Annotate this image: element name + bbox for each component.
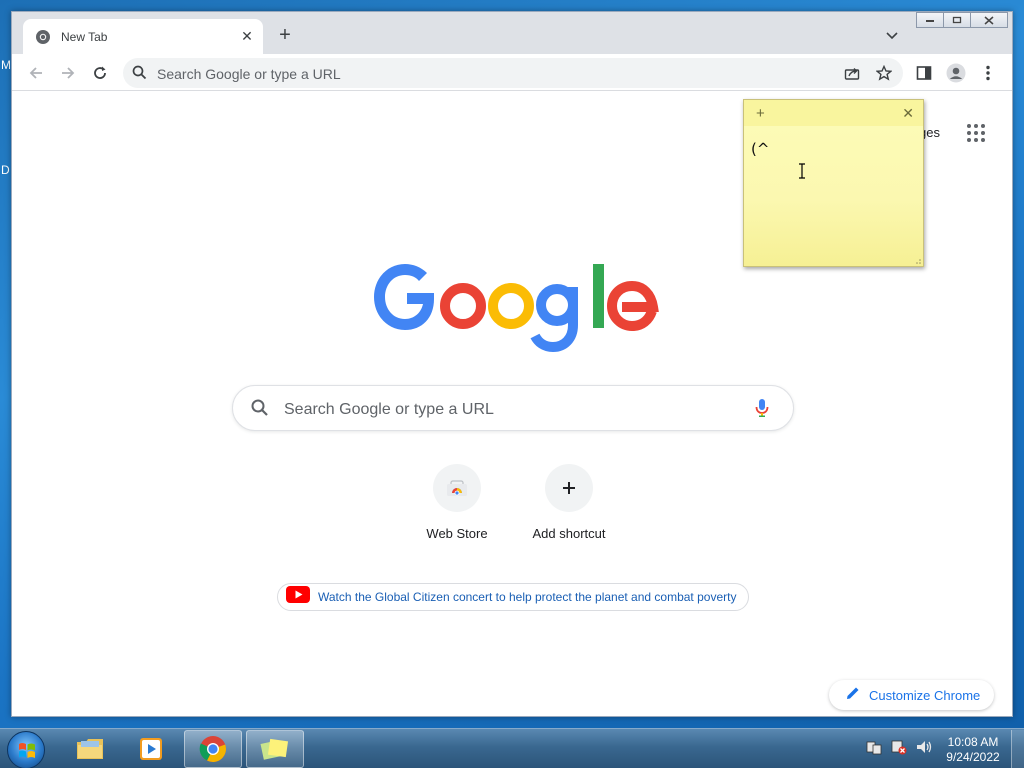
reload-icon[interactable]	[90, 63, 110, 83]
restore-button[interactable]	[943, 12, 971, 28]
youtube-icon	[286, 586, 310, 608]
show-desktop-button[interactable]	[1011, 730, 1024, 768]
google-chrome-icon	[199, 736, 226, 762]
google-logo	[374, 264, 659, 352]
customize-chrome-button[interactable]: Customize Chrome	[829, 680, 994, 710]
taskbar-media-player-button[interactable]	[122, 730, 180, 768]
resize-grip-icon[interactable]	[913, 256, 921, 264]
search-icon	[251, 399, 269, 422]
text-cursor-icon	[798, 163, 806, 179]
pencil-icon	[846, 686, 860, 705]
browser-toolbar: Search Google or type a URL	[12, 54, 1012, 91]
tab-search-chevron-icon[interactable]	[885, 28, 903, 42]
shortcut-add[interactable]: Add shortcut	[513, 464, 625, 541]
taskbar-chrome-button[interactable]	[184, 730, 242, 768]
chrome-icon	[35, 29, 51, 45]
new-tab-button[interactable]: +	[276, 25, 294, 45]
shortcut-label: Web Store	[426, 526, 488, 541]
clock-time: 10:08 AM	[947, 735, 999, 749]
tab-new-tab[interactable]: New Tab ✕	[23, 19, 263, 54]
plus-icon	[545, 464, 593, 512]
close-note-icon[interactable]: ✕	[902, 105, 914, 122]
taskbar-sticky-notes-button[interactable]	[246, 730, 304, 768]
tab-strip: New Tab ✕ +	[12, 12, 1012, 54]
chrome-webstore-icon	[433, 464, 481, 512]
sticky-notes-icon	[260, 738, 289, 760]
tab-title: New Tab	[61, 29, 108, 44]
google-apps-icon[interactable]	[967, 124, 985, 142]
action-center-flag-icon[interactable]	[866, 739, 882, 755]
clock-date: 9/24/2022	[946, 750, 1000, 764]
system-tray	[866, 739, 934, 755]
desktop-icon-label-m: M	[1, 58, 11, 72]
tab-close-icon[interactable]: ✕	[239, 28, 255, 44]
start-button[interactable]	[7, 731, 45, 768]
customize-chrome-label: Customize Chrome	[869, 687, 981, 703]
search-box[interactable]: Search Google or type a URL	[232, 385, 794, 431]
minimize-button[interactable]	[916, 12, 944, 28]
forward-arrow-icon[interactable]	[58, 63, 78, 83]
promo-link[interactable]: Watch the Global Citizen concert to help…	[277, 583, 749, 611]
sticky-note[interactable]: + ✕ (^	[743, 99, 924, 267]
sticky-note-titlebar[interactable]: + ✕	[744, 100, 923, 126]
back-arrow-icon[interactable]	[26, 63, 46, 83]
profile-avatar-icon[interactable]	[946, 63, 966, 83]
taskbar-clock[interactable]: 10:08 AM 9/24/2022	[940, 735, 1006, 765]
shortcut-label: Add shortcut	[532, 526, 606, 541]
search-placeholder: Search Google or type a URL	[284, 401, 494, 418]
desktop-icon-label-d: D	[1, 163, 10, 177]
taskbar: 10:08 AM 9/24/2022	[0, 728, 1024, 768]
sticky-note-text[interactable]: (^	[751, 140, 769, 158]
taskbar-explorer-button[interactable]	[61, 730, 119, 768]
address-bar-placeholder: Search Google or type a URL	[157, 66, 341, 82]
volume-icon[interactable]	[916, 739, 934, 755]
search-icon	[132, 65, 147, 85]
microphone-icon[interactable]	[755, 398, 769, 423]
folder-icon	[77, 739, 103, 759]
close-window-button[interactable]	[970, 12, 1008, 28]
windows-logo-icon	[19, 743, 35, 758]
promo-text: Watch the Global Citizen concert to help…	[318, 590, 737, 604]
side-panel-icon[interactable]	[914, 63, 934, 83]
media-player-icon	[140, 738, 162, 760]
address-bar[interactable]: Search Google or type a URL	[123, 58, 903, 88]
shortcut-web-store[interactable]: Web Store	[401, 464, 513, 541]
share-icon[interactable]	[842, 63, 862, 83]
bookmark-star-icon[interactable]	[874, 63, 894, 83]
network-disconnected-icon[interactable]	[891, 739, 907, 755]
add-note-icon[interactable]: +	[756, 105, 765, 122]
menu-kebab-icon[interactable]	[978, 63, 998, 83]
